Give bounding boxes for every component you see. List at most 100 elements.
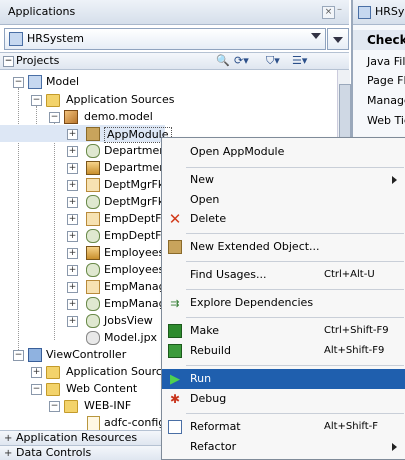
search-icon[interactable]: 🔍 <box>216 54 230 68</box>
folder-icon <box>64 399 78 413</box>
expand-icon[interactable]: + <box>67 231 78 242</box>
tree-node-model[interactable]: − Model <box>0 73 330 90</box>
rebuild-icon <box>168 344 182 358</box>
filter-icon[interactable]: ⛉▾ <box>266 54 280 68</box>
expand-icon[interactable]: + <box>67 299 78 310</box>
expand-icon[interactable]: + <box>31 367 42 378</box>
close-icon[interactable]: × <box>322 6 335 19</box>
application-selector[interactable]: HRSystem <box>4 28 326 50</box>
collapse-icon[interactable]: − <box>49 401 60 412</box>
collapse-icon[interactable]: − <box>13 77 24 88</box>
collapse-icon[interactable]: − <box>13 350 24 361</box>
checklist-item[interactable]: Page Flo <box>367 74 405 87</box>
expand-icon[interactable]: + <box>67 214 78 225</box>
editor-tab-label: HRSys <box>375 5 405 18</box>
application-selector-value: HRSystem <box>27 32 84 45</box>
collapse-icon[interactable]: − <box>31 384 42 395</box>
tree-node-item[interactable]: + Department <box>0 159 171 176</box>
menu-item-label: Run <box>190 372 212 385</box>
tree-node-package[interactable]: − demo.model <box>0 108 330 125</box>
view-link-icon <box>86 297 100 311</box>
tree-node-adfc-config[interactable]: adfc-config <box>0 414 165 431</box>
expand-icon: + <box>4 448 13 459</box>
expand-icon[interactable]: + <box>67 197 78 208</box>
debug-icon: ✱ <box>169 392 181 406</box>
project-icon <box>28 75 42 89</box>
folder-icon <box>46 93 60 107</box>
menu-item-rebuild[interactable]: Rebuild Alt+Shift-F9 <box>162 341 405 361</box>
menu-item-label: Refactor <box>190 440 237 453</box>
tree-node-item[interactable]: + EmpManage <box>0 278 172 295</box>
chevron-right-icon <box>392 443 397 451</box>
tree-node-web-content[interactable]: − Web Content <box>0 380 165 397</box>
working-set-icon[interactable]: ☰▾ <box>292 54 307 68</box>
application-menu-button[interactable] <box>327 28 349 50</box>
tree-node-item[interactable]: + DeptMgrFkA <box>0 176 172 193</box>
tree-node-item[interactable]: + EmployeesV <box>0 261 172 278</box>
folder-icon <box>46 365 60 379</box>
expand-icon[interactable]: + <box>67 265 78 276</box>
menu-item-find-usages[interactable]: Find Usages... Ctrl+Alt-U <box>162 265 405 285</box>
minimize-icon[interactable]: – <box>337 4 347 18</box>
tree-node-item[interactable]: + EmpDeptFkA <box>0 210 175 227</box>
expand-icon: + <box>4 433 13 444</box>
menu-item-refactor[interactable]: Refactor <box>162 437 405 457</box>
menu-item-make[interactable]: Make Ctrl+Shift-F9 <box>162 321 405 341</box>
menu-item-open[interactable]: Open <box>162 190 405 210</box>
entity-object-icon <box>86 246 100 260</box>
expand-icon[interactable]: + <box>67 282 78 293</box>
menu-item-reformat[interactable]: Reformat Alt+Shift-F <box>162 417 405 437</box>
view-object-icon <box>86 314 100 328</box>
tree-node-item[interactable]: + DeptMgrFkL <box>0 193 170 210</box>
menu-item-label: Delete <box>190 212 227 225</box>
expand-icon[interactable]: + <box>67 163 78 174</box>
sync-icon[interactable]: ⟳▾ <box>234 54 249 68</box>
association-icon <box>86 178 100 192</box>
checklist-item[interactable]: Manage <box>367 94 405 107</box>
projects-header[interactable]: − Projects 🔍 ⟳▾ ⛉▾ ☰▾ <box>0 52 349 70</box>
delete-x-icon: ✕ <box>168 210 182 228</box>
checklist-item[interactable]: Java File <box>367 55 405 68</box>
tree-node-item[interactable]: + EmpManage <box>0 295 172 312</box>
tree-node-vc-application-sources[interactable]: + Application Sources <box>0 363 174 380</box>
tree-label: Model <box>46 75 80 88</box>
expand-icon[interactable]: + <box>67 248 78 259</box>
menu-item-new-extended-object[interactable]: New Extended Object... <box>162 237 405 257</box>
expand-icon[interactable]: + <box>67 180 78 191</box>
tree-node-item[interactable]: + JobsView <box>0 312 165 329</box>
context-menu: Open AppModule New Open ✕ Delete New Ext… <box>161 137 405 460</box>
menu-item-debug[interactable]: ✱ Debug <box>162 389 405 409</box>
collapse-icon[interactable]: − <box>31 95 42 106</box>
collapse-icon[interactable]: − <box>3 56 14 67</box>
tree-node-web-inf[interactable]: − WEB-INF <box>0 397 165 414</box>
editor-tab[interactable]: HRSys <box>353 0 405 25</box>
menu-item-run[interactable]: ▶ Run <box>162 369 405 389</box>
tree-node-item[interactable]: + AppModule <box>0 125 172 143</box>
tree-node-item[interactable]: + Department <box>0 142 171 159</box>
tree-node-application-sources[interactable]: − Application Sources <box>0 91 330 108</box>
expand-icon[interactable]: + <box>67 129 78 140</box>
checklist-item[interactable]: Web Tie <box>367 114 405 127</box>
expand-icon[interactable]: + <box>67 316 78 327</box>
tree-label: Web Content <box>66 382 138 395</box>
menu-item-open-appmodule[interactable]: Open AppModule <box>162 142 405 162</box>
chevron-right-icon <box>392 176 397 184</box>
tree-node-viewcontroller[interactable]: − ViewController <box>0 346 165 363</box>
expand-icon[interactable]: + <box>67 146 78 157</box>
menu-shortcut: Ctrl+Shift-F9 <box>324 325 389 336</box>
tree-node-item[interactable]: + EmpDeptFkl <box>0 227 171 244</box>
menu-separator <box>186 317 404 318</box>
menu-item-delete[interactable]: ✕ Delete <box>162 209 405 229</box>
view-object-icon <box>86 144 100 158</box>
menu-item-explore-dependencies[interactable]: ⇉ Explore Dependencies <box>162 293 405 313</box>
tree-node-item[interactable]: Model.jpx <box>0 329 165 346</box>
tree-node-item[interactable]: + Employees <box>0 244 165 261</box>
menu-shortcut: Alt+Shift-F <box>324 421 379 432</box>
tree-label: Application Sources <box>66 365 175 378</box>
menu-separator <box>186 413 404 414</box>
menu-item-new[interactable]: New <box>162 170 405 190</box>
association-icon <box>86 212 100 226</box>
menu-item-label: Open AppModule <box>190 145 285 158</box>
project-icon <box>28 348 42 362</box>
collapse-icon[interactable]: − <box>49 112 60 123</box>
